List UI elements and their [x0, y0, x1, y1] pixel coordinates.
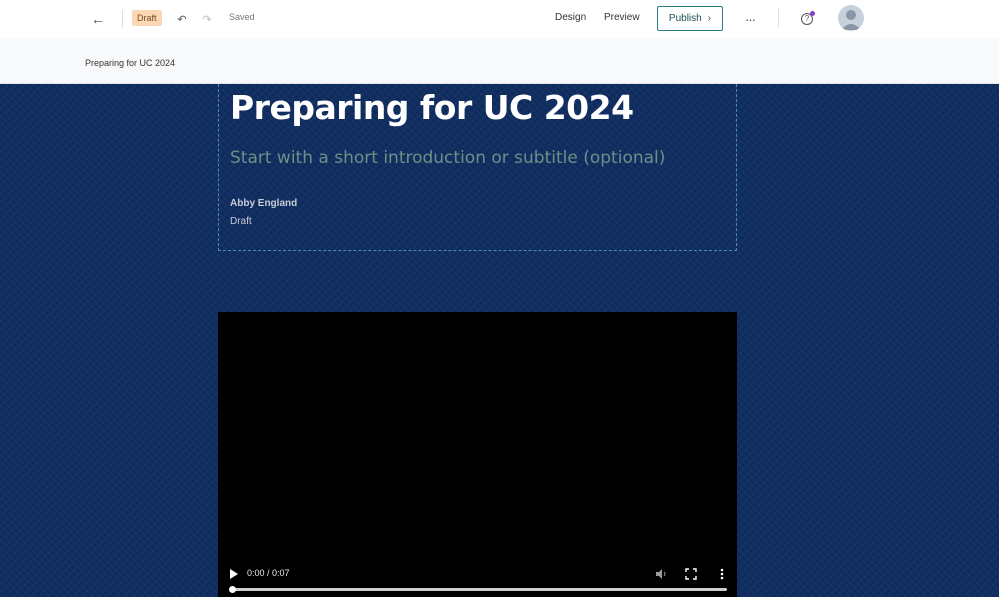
video-time: 0:00 / 0:07 — [247, 568, 290, 578]
help-icon[interactable]: ? — [799, 10, 817, 28]
user-avatar-icon[interactable] — [838, 5, 864, 31]
redo-icon[interactable]: ↷ — [198, 10, 216, 28]
saved-status-text: Saved — [229, 12, 255, 22]
play-icon[interactable] — [228, 568, 240, 580]
kebab-menu-icon[interactable] — [716, 567, 728, 581]
volume-icon[interactable] — [654, 567, 668, 581]
story-title-bar: Preparing for UC 2024 — [0, 38, 999, 84]
chevron-right-icon: › — [707, 13, 712, 24]
back-arrow-icon[interactable]: ← — [88, 9, 108, 29]
preview-button[interactable]: Preview — [604, 12, 640, 23]
video-progress-track[interactable] — [229, 586, 727, 593]
video-player[interactable]: 0:00 / 0:07 — [218, 312, 737, 597]
toolbar-divider — [778, 8, 779, 28]
draft-status-badge: Draft — [132, 10, 162, 26]
story-title-block[interactable]: Preparing for UC 2024 Start with a short… — [218, 84, 737, 251]
video-progress-thumb[interactable] — [229, 586, 236, 593]
top-toolbar: ← Draft ↶ ↷ Saved Design Preview Publish… — [0, 0, 999, 38]
publish-button[interactable]: Publish › — [657, 6, 723, 31]
story-title[interactable]: Preparing for UC 2024 — [230, 88, 634, 127]
toolbar-divider — [122, 10, 123, 28]
subtitle-placeholder[interactable]: Start with a short introduction or subti… — [230, 148, 665, 168]
notification-dot — [810, 11, 815, 16]
more-options-icon[interactable]: ··· — [740, 9, 760, 29]
author-name: Abby England — [230, 198, 298, 209]
publish-button-label: Publish — [668, 13, 702, 24]
fullscreen-icon[interactable] — [684, 567, 698, 581]
design-button[interactable]: Design — [555, 12, 586, 23]
story-status: Draft — [230, 216, 252, 227]
story-name-breadcrumb: Preparing for UC 2024 — [85, 58, 176, 68]
undo-icon[interactable]: ↶ — [173, 10, 191, 28]
